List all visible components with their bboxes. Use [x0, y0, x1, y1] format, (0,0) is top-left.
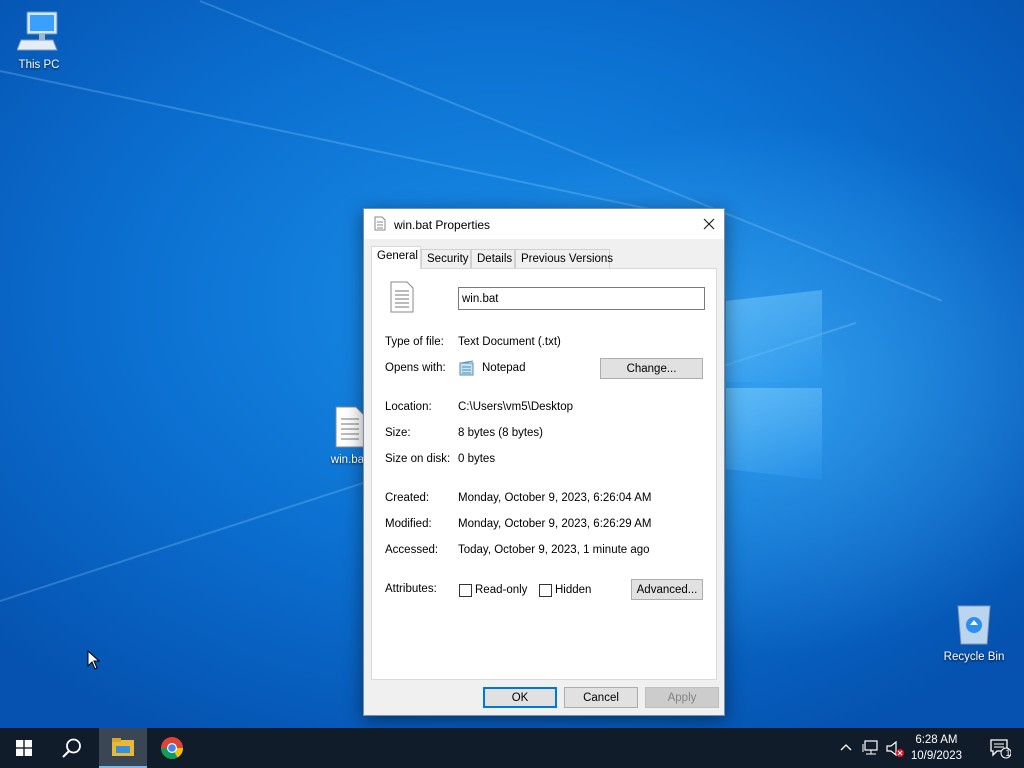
- windows-start-icon: [16, 740, 32, 756]
- recycle-bin-icon: [957, 605, 991, 645]
- desktop-icon-this-pc[interactable]: This PC: [3, 10, 75, 71]
- computer-icon: [16, 11, 58, 51]
- size-on-disk-value: 0 bytes: [458, 453, 496, 465]
- search-button[interactable]: [48, 728, 96, 768]
- modified-label: Modified:: [385, 518, 432, 530]
- chrome-icon: [161, 737, 183, 759]
- separator: [385, 569, 703, 570]
- clock-time: 6:28 AM: [915, 734, 958, 746]
- taskbar-chrome[interactable]: [148, 728, 196, 768]
- tab-security[interactable]: Security: [421, 249, 471, 269]
- taskbar-file-explorer[interactable]: [99, 728, 147, 768]
- folder-icon: [112, 738, 134, 756]
- dialog-titlebar[interactable]: win.bat Properties: [364, 209, 724, 239]
- tab-details[interactable]: Details: [471, 249, 515, 269]
- change-button[interactable]: Change...: [600, 358, 703, 379]
- modified-value: Monday, October 9, 2023, 6:26:29 AM: [458, 518, 652, 530]
- size-label: Size:: [385, 427, 411, 439]
- mouse-cursor-icon: [87, 650, 101, 670]
- separator: [385, 478, 703, 479]
- hidden-label[interactable]: Hidden: [555, 584, 591, 596]
- accessed-value: Today, October 9, 2023, 1 minute ago: [458, 544, 650, 556]
- location-label: Location:: [385, 401, 432, 413]
- close-icon: [703, 218, 715, 230]
- text-file-icon: [374, 216, 386, 231]
- start-button[interactable]: [0, 728, 48, 768]
- search-icon: [62, 738, 81, 758]
- size-value: 8 bytes (8 bytes): [458, 427, 544, 439]
- read-only-label[interactable]: Read-only: [475, 584, 527, 596]
- opens-with-label: Opens with:: [385, 362, 446, 374]
- tab-previous-versions[interactable]: Previous Versions: [515, 249, 613, 269]
- attributes-label: Attributes:: [385, 583, 437, 595]
- separator: [385, 387, 703, 388]
- notification-count: 1: [1005, 748, 1011, 758]
- created-value: Monday, October 9, 2023, 6:26:04 AM: [458, 492, 652, 504]
- created-label: Created:: [385, 492, 430, 504]
- opens-with-value: Notepad: [482, 362, 526, 374]
- windows-logo-pane: [726, 290, 822, 382]
- advanced-button[interactable]: Advanced...: [631, 579, 703, 600]
- type-value: Text Document (.txt): [458, 336, 561, 348]
- network-icon[interactable]: [862, 740, 880, 756]
- action-center-button[interactable]: 1: [976, 728, 1024, 768]
- cancel-button[interactable]: Cancel: [564, 687, 638, 708]
- separator: [385, 321, 703, 322]
- desktop-icon-label: Recycle Bin: [943, 651, 1005, 663]
- volume-muted-icon[interactable]: [886, 740, 906, 758]
- desktop-icon-label: This PC: [18, 59, 60, 71]
- apply-button[interactable]: Apply: [645, 687, 719, 708]
- tab-general[interactable]: General: [371, 246, 421, 269]
- clock-date: 10/9/2023: [910, 750, 962, 762]
- properties-dialog: win.bat Properties General Security Deta…: [363, 208, 725, 716]
- windows-logo-pane: [726, 388, 822, 480]
- location-value: C:\Users\vm5\Desktop: [458, 401, 574, 413]
- notepad-icon: [459, 360, 474, 376]
- wallpaper-beam: [0, 70, 685, 218]
- type-label: Type of file:: [385, 336, 444, 348]
- accessed-label: Accessed:: [385, 544, 439, 556]
- chevron-up-icon[interactable]: [840, 742, 852, 752]
- text-file-icon: [390, 281, 414, 313]
- ok-button[interactable]: OK: [483, 687, 557, 708]
- taskbar: 6:28 AM 10/9/2023 1: [0, 728, 1024, 768]
- clock[interactable]: 6:28 AM 10/9/2023: [911, 732, 962, 764]
- text-file-icon: [335, 406, 365, 448]
- close-button[interactable]: [694, 209, 724, 239]
- hidden-checkbox[interactable]: [539, 584, 552, 597]
- desktop-icon-recycle-bin[interactable]: Recycle Bin: [938, 602, 1010, 663]
- size-on-disk-label: Size on disk:: [385, 453, 451, 465]
- file-name-input[interactable]: [458, 287, 705, 310]
- general-tab-panel: Type of file: Text Document (.txt) Opens…: [371, 268, 717, 680]
- dialog-title: win.bat Properties: [394, 218, 491, 232]
- read-only-checkbox[interactable]: [459, 584, 472, 597]
